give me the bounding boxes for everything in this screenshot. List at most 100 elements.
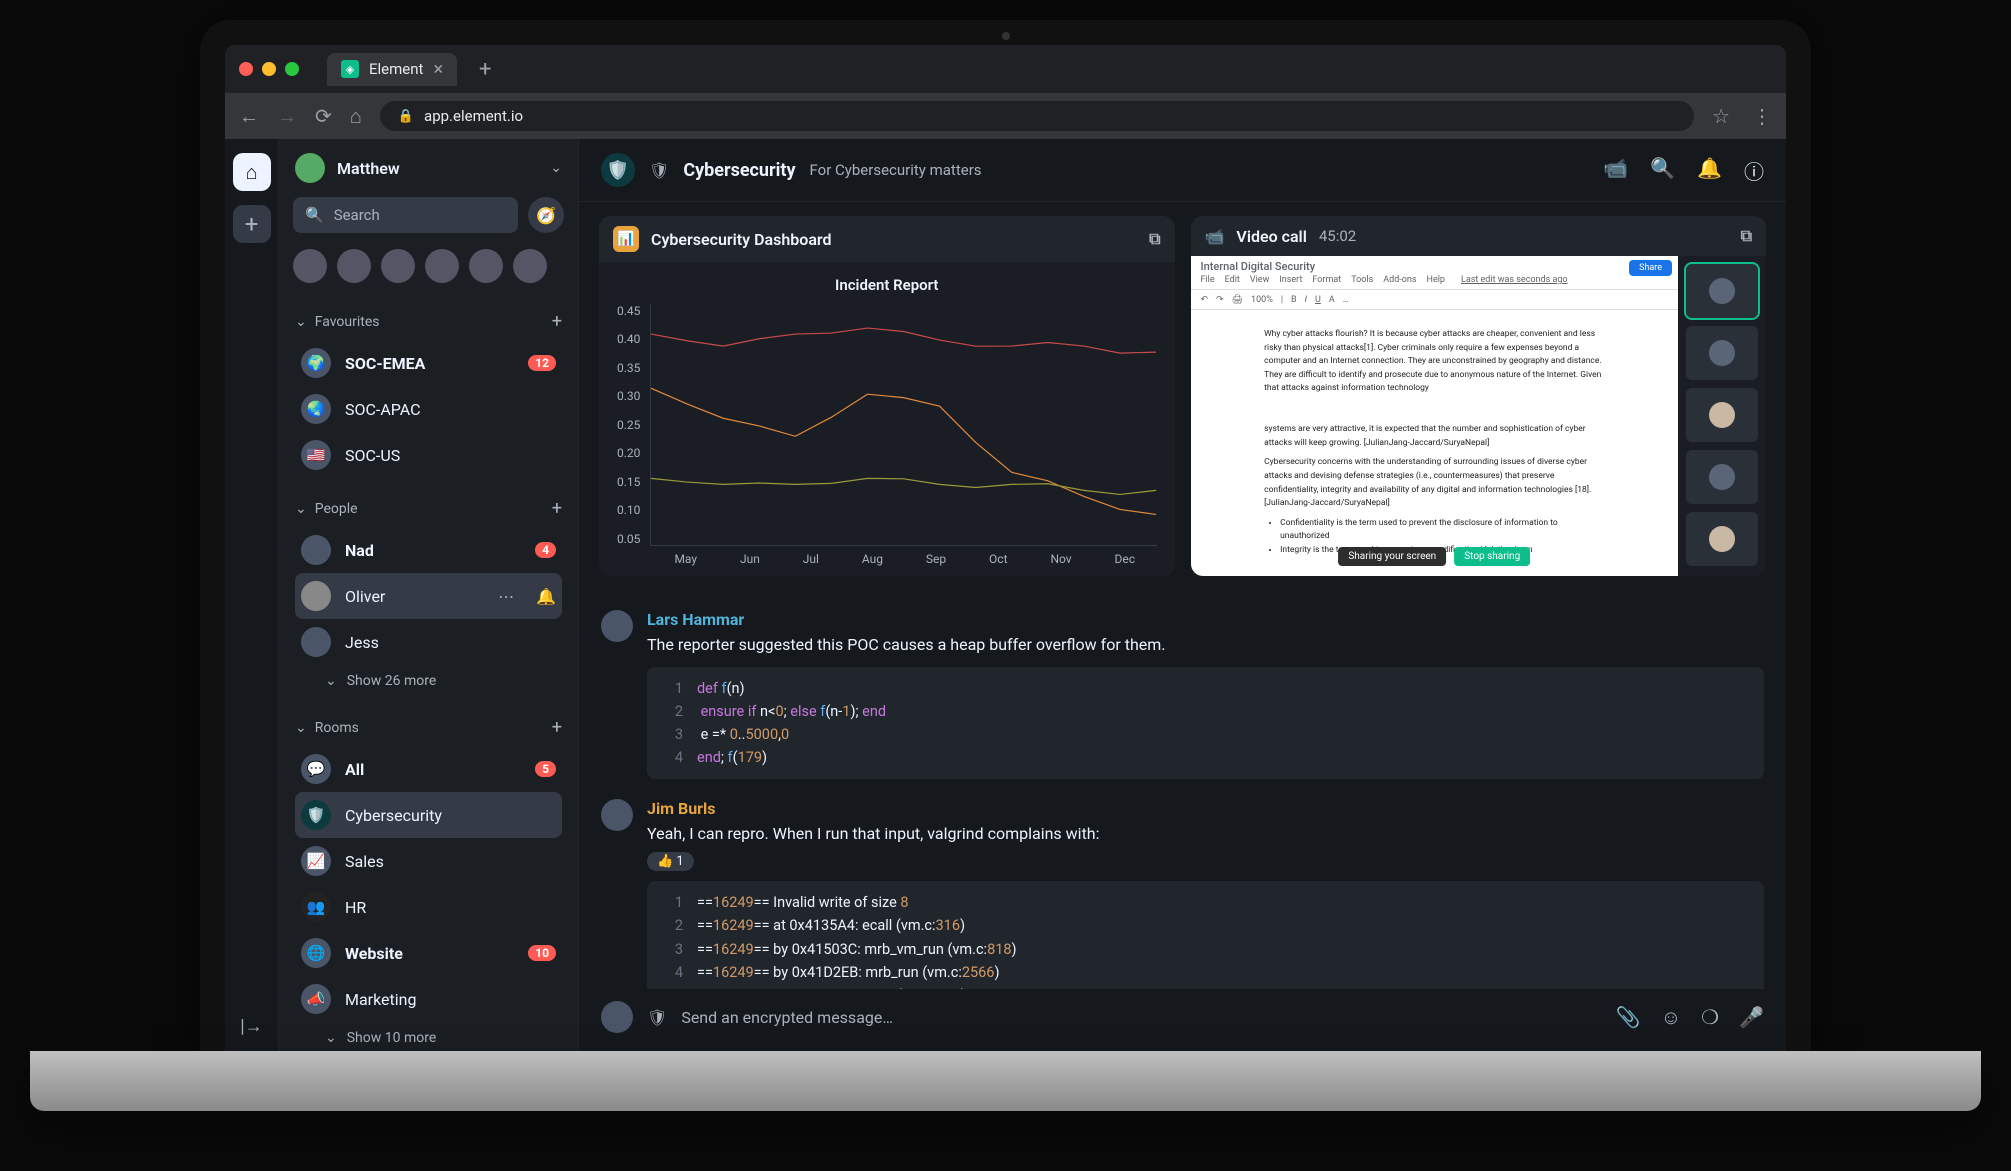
- search-input[interactable]: 🔍 Search: [293, 197, 518, 233]
- participant-tile[interactable]: [1686, 388, 1758, 442]
- recent-avatar[interactable]: [381, 249, 415, 283]
- reload-button[interactable]: ⟳: [315, 104, 332, 128]
- add-person-button[interactable]: +: [552, 498, 562, 519]
- message: Jim Burls Yeah, I can repro. When I run t…: [601, 789, 1764, 989]
- message-avatar[interactable]: [601, 799, 633, 831]
- room-item-marketing[interactable]: 📣 Marketing: [295, 976, 562, 1022]
- popout-icon[interactable]: ⧉: [1149, 229, 1160, 249]
- show-more-people[interactable]: ⌄ Show 26 more: [295, 665, 562, 697]
- user-menu[interactable]: Matthew ⌄: [279, 139, 578, 197]
- browser-menu-icon[interactable]: ⋮: [1752, 104, 1772, 128]
- participant-tile[interactable]: [1686, 512, 1758, 566]
- browser-tab[interactable]: ◈ Element ×: [327, 53, 457, 86]
- emoji-icon[interactable]: ☺: [1661, 1005, 1681, 1030]
- room-item-soc-apac[interactable]: 🌏 SOC-APAC: [295, 386, 562, 432]
- attach-icon[interactable]: 📎: [1616, 1005, 1641, 1030]
- chart-plot-area: [650, 304, 1156, 546]
- doc-menu: FileEditViewInsertFormatToolsAdd-onsHelp…: [1201, 275, 1669, 285]
- tab-title: Element: [369, 60, 423, 78]
- composer-input[interactable]: [681, 1008, 1602, 1027]
- room-item-soc-emea[interactable]: 🌍 SOC-EMEA 12: [295, 340, 562, 386]
- add-favourite-button[interactable]: +: [552, 311, 562, 332]
- search-icon: 🔍: [305, 206, 324, 224]
- forward-button[interactable]: →: [277, 104, 297, 129]
- message-avatar[interactable]: [601, 610, 633, 642]
- close-window-icon[interactable]: [239, 62, 253, 76]
- recent-avatar[interactable]: [513, 249, 547, 283]
- recent-avatar[interactable]: [337, 249, 371, 283]
- person-label: Oliver: [345, 587, 484, 606]
- room-label: Website: [345, 944, 514, 963]
- address-bar[interactable]: 🔒 app.element.io: [380, 101, 1694, 131]
- chart-icon: 📊: [613, 226, 639, 252]
- message: Lars Hammar The reporter suggested this P…: [601, 600, 1764, 790]
- notifications-icon[interactable]: 🔔: [1697, 156, 1722, 185]
- dm-item-oliver[interactable]: Oliver ⋯ 🔔: [295, 573, 562, 619]
- favourites-header[interactable]: ⌄ Favourites +: [295, 303, 562, 340]
- expand-rail-icon[interactable]: |→: [240, 1016, 262, 1037]
- room-avatar: 🛡️: [301, 800, 331, 830]
- laptop-camera: [1002, 32, 1010, 40]
- add-space-button[interactable]: +: [233, 205, 271, 243]
- participant-tile[interactable]: [1686, 326, 1758, 380]
- reaction-pill[interactable]: 👍 1: [647, 852, 694, 871]
- room-item-website[interactable]: 🌐 Website 10: [295, 930, 562, 976]
- maximize-window-icon[interactable]: [285, 62, 299, 76]
- lock-icon: 🔒: [398, 109, 414, 124]
- minimize-window-icon[interactable]: [262, 62, 276, 76]
- spaces-rail: ⌂ + |→: [225, 139, 279, 1051]
- dm-item-jess[interactable]: Jess: [295, 619, 562, 665]
- home-button[interactable]: ⌂: [350, 104, 362, 129]
- composer-avatar: [601, 1001, 633, 1033]
- message-author[interactable]: Lars Hammar: [647, 610, 1764, 629]
- close-tab-icon[interactable]: ×: [433, 59, 443, 80]
- more-icon[interactable]: ⋯: [498, 587, 514, 606]
- new-tab-button[interactable]: +: [479, 57, 491, 82]
- url-text: app.element.io: [424, 107, 523, 125]
- recent-avatar[interactable]: [425, 249, 459, 283]
- recent-avatar[interactable]: [469, 249, 503, 283]
- add-room-button[interactable]: +: [552, 717, 562, 738]
- docs-share-button: Share: [1629, 260, 1672, 276]
- sticker-icon[interactable]: ❍: [1701, 1005, 1719, 1030]
- voice-icon[interactable]: 🎤: [1739, 1005, 1764, 1030]
- room-title: Cybersecurity: [683, 160, 795, 181]
- room-label: Sales: [345, 852, 556, 871]
- message-author[interactable]: Jim Burls: [647, 799, 1764, 818]
- show-more-rooms[interactable]: ⌄ Show 10 more: [295, 1022, 562, 1051]
- room-item-sales[interactable]: 📈 Sales: [295, 838, 562, 884]
- sharing-label: Sharing your screen: [1338, 547, 1446, 566]
- doc-page: Why cyber attacks flourish? It is becaus…: [1244, 318, 1624, 568]
- home-space[interactable]: ⌂: [233, 153, 271, 191]
- popout-icon[interactable]: ⧉: [1741, 226, 1752, 246]
- message-text: The reporter suggested this POC causes a…: [647, 633, 1764, 657]
- room-search-icon[interactable]: 🔍: [1650, 156, 1675, 185]
- stop-sharing-button[interactable]: Stop sharing: [1454, 547, 1530, 566]
- room-info-icon[interactable]: ⓘ: [1744, 156, 1764, 185]
- user-name: Matthew: [337, 159, 538, 178]
- participant-tile[interactable]: [1686, 264, 1758, 318]
- explore-button[interactable]: 🧭: [528, 197, 564, 233]
- room-header: 🛡️ 🛡 Cybersecurity For Cybersecurity mat…: [579, 139, 1786, 202]
- room-avatar: 📣: [301, 984, 331, 1014]
- room-item-cybersecurity[interactable]: 🛡️ Cybersecurity: [295, 792, 562, 838]
- rooms-header[interactable]: ⌄ Rooms +: [295, 709, 562, 746]
- people-header[interactable]: ⌄ People +: [295, 490, 562, 527]
- screen-share-view: Share Internal Digital Security FileEdit…: [1191, 256, 1679, 576]
- video-call-icon[interactable]: 📹: [1603, 156, 1628, 185]
- back-button[interactable]: ←: [239, 104, 259, 129]
- participant-tile[interactable]: [1686, 450, 1758, 504]
- dm-item-nad[interactable]: Nad 4: [295, 527, 562, 573]
- room-label: SOC-APAC: [345, 400, 556, 419]
- room-item-hr[interactable]: 👥 HR: [295, 884, 562, 930]
- participant-strip: [1678, 256, 1766, 576]
- room-item-soc-us[interactable]: 🇺🇸 SOC-US: [295, 432, 562, 478]
- bookmark-icon[interactable]: ☆: [1712, 104, 1730, 128]
- room-avatar[interactable]: 🛡️: [601, 153, 635, 187]
- room-item-all[interactable]: 💬 All 5: [295, 746, 562, 792]
- bell-icon[interactable]: 🔔: [536, 587, 556, 606]
- message-text: Yeah, I can repro. When I run that input…: [647, 822, 1764, 846]
- window-controls[interactable]: [239, 62, 299, 76]
- recent-avatar[interactable]: [293, 249, 327, 283]
- room-label: All: [345, 760, 521, 779]
